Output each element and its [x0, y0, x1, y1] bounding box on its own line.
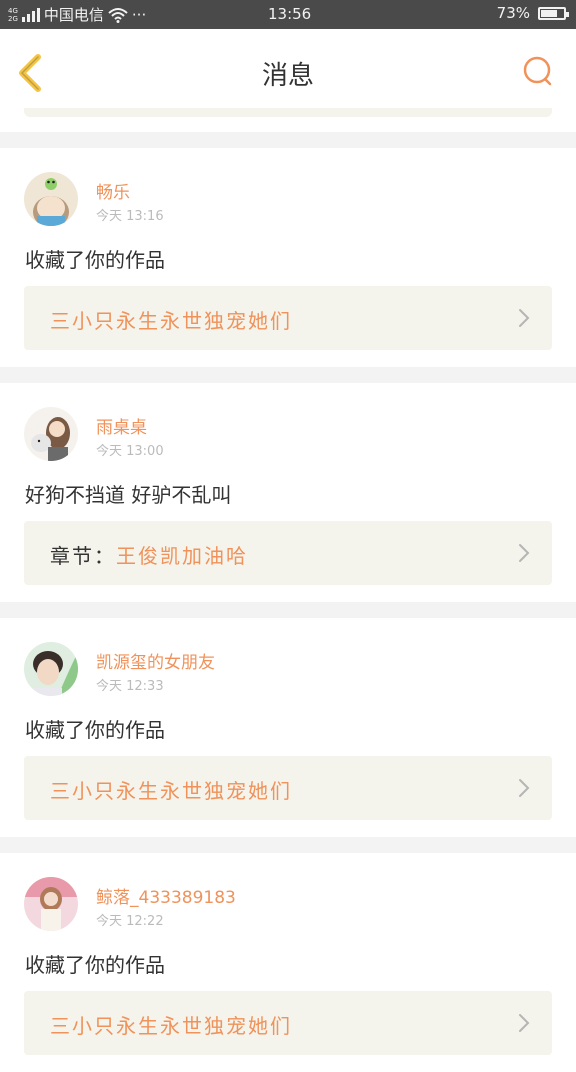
- quoted-work-title: 三小只永生永世独宠她们: [50, 309, 292, 333]
- username[interactable]: 鲸落_433389183: [96, 883, 236, 908]
- avatar[interactable]: [24, 642, 78, 696]
- message-list: 畅乐 今天 13:16 收藏了你的作品 三小只永生永世独宠她们 雨桌桌 今天 1…: [0, 108, 576, 1072]
- network-type: 4G 2G: [8, 7, 18, 23]
- message-time: 今天 12:33: [96, 679, 164, 694]
- quoted-work-title: 三小只永生永世独宠她们: [50, 779, 292, 803]
- status-bar: 4G 2G 中国电信 ··· 13:56 73%: [0, 0, 576, 29]
- quoted-work[interactable]: 三小只永生永世独宠她们: [24, 756, 552, 820]
- signal-icon: [21, 7, 40, 22]
- status-right: 73%: [496, 4, 569, 22]
- message-time: 今天 12:22: [96, 914, 164, 929]
- chevron-right-icon: [519, 309, 530, 327]
- username[interactable]: 雨桌桌: [96, 413, 147, 438]
- message-text: 收藏了你的作品: [25, 953, 165, 977]
- page-title: 消息: [261, 61, 314, 91]
- message-time: 今天 13:00: [96, 444, 164, 459]
- message-card[interactable]: 鲸落_433389183 今天 12:22 收藏了你的作品 三小只永生永世独宠她…: [0, 853, 576, 1072]
- battery-icon: [538, 6, 569, 20]
- network-type-top: 4G: [8, 6, 18, 15]
- quoted-work-title: 三小只永生永世独宠她们: [50, 1014, 292, 1038]
- battery-fill: [541, 9, 557, 17]
- message-card[interactable]: 雨桌桌 今天 13:00 好狗不挡道 好驴不乱叫 章节：王俊凯加油哈: [0, 383, 576, 602]
- avatar[interactable]: [24, 877, 78, 931]
- message-card[interactable]: 凯源玺的女朋友 今天 12:33 收藏了你的作品 三小只永生永世独宠她们: [0, 618, 576, 837]
- clock: 13:56: [268, 5, 312, 23]
- quoted-work[interactable]: 三小只永生永世独宠她们: [24, 286, 552, 350]
- top-nav-bar: 消息: [0, 29, 576, 109]
- message-time: 今天 13:16: [96, 209, 164, 224]
- message-text: 收藏了你的作品: [25, 718, 165, 742]
- status-left: 4G 2G 中国电信 ···: [8, 4, 146, 25]
- quoted-chapter[interactable]: 章节：王俊凯加油哈: [24, 521, 552, 585]
- more-indicator: ···: [131, 5, 147, 24]
- battery-percent: 73%: [496, 4, 530, 22]
- carrier-name: 中国电信: [43, 6, 104, 24]
- message-text: 收藏了你的作品: [25, 248, 165, 272]
- chevron-right-icon: [519, 1014, 530, 1032]
- chevron-right-icon: [519, 544, 530, 562]
- username[interactable]: 凯源玺的女朋友: [96, 648, 215, 673]
- quoted-work[interactable]: 三小只永生永世独宠她们: [24, 991, 552, 1055]
- chevron-right-icon: [519, 779, 530, 797]
- wifi-icon: [108, 7, 128, 23]
- network-type-bottom: 2G: [8, 14, 18, 23]
- avatar[interactable]: [24, 172, 78, 226]
- quoted-chapter-title: 章节：王俊凯加油哈: [50, 544, 248, 568]
- previous-message-remnant: [0, 108, 576, 132]
- avatar[interactable]: [24, 407, 78, 461]
- message-card[interactable]: 畅乐 今天 13:16 收藏了你的作品 三小只永生永世独宠她们: [0, 148, 576, 367]
- username[interactable]: 畅乐: [96, 178, 130, 203]
- message-text: 好狗不挡道 好驴不乱叫: [25, 483, 232, 507]
- search-icon[interactable]: [522, 55, 554, 87]
